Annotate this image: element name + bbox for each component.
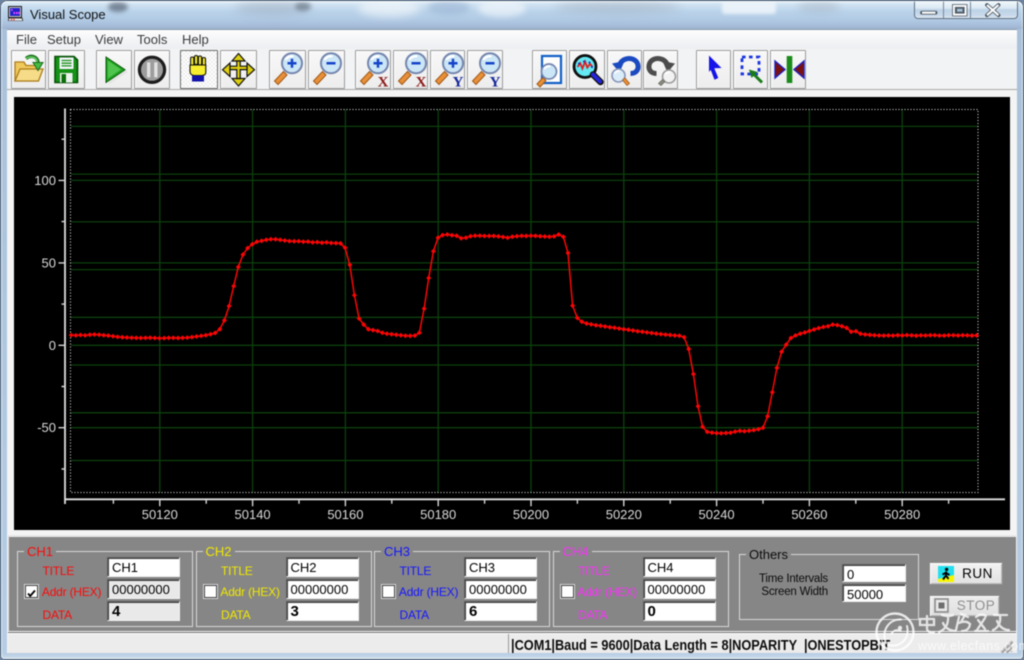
svg-text:50260: 50260 [791, 507, 827, 522]
svg-text:0: 0 [49, 338, 56, 353]
svg-text:X: X [378, 75, 389, 89]
svg-text:50220: 50220 [606, 507, 642, 522]
svg-text:50140: 50140 [235, 507, 271, 522]
svg-text:50200: 50200 [513, 507, 549, 522]
svg-text:50120: 50120 [142, 507, 178, 522]
svg-text:50240: 50240 [699, 507, 735, 522]
svg-text:100: 100 [34, 173, 56, 188]
svg-text:50: 50 [42, 255, 56, 270]
svg-text:50180: 50180 [420, 507, 456, 522]
svg-text:X: X [415, 75, 426, 89]
svg-text:Y: Y [490, 75, 501, 89]
svg-text:-50: -50 [37, 420, 56, 435]
svg-text:Y: Y [453, 75, 464, 89]
svg-text:50160: 50160 [327, 507, 363, 522]
svg-text:50280: 50280 [884, 507, 920, 522]
